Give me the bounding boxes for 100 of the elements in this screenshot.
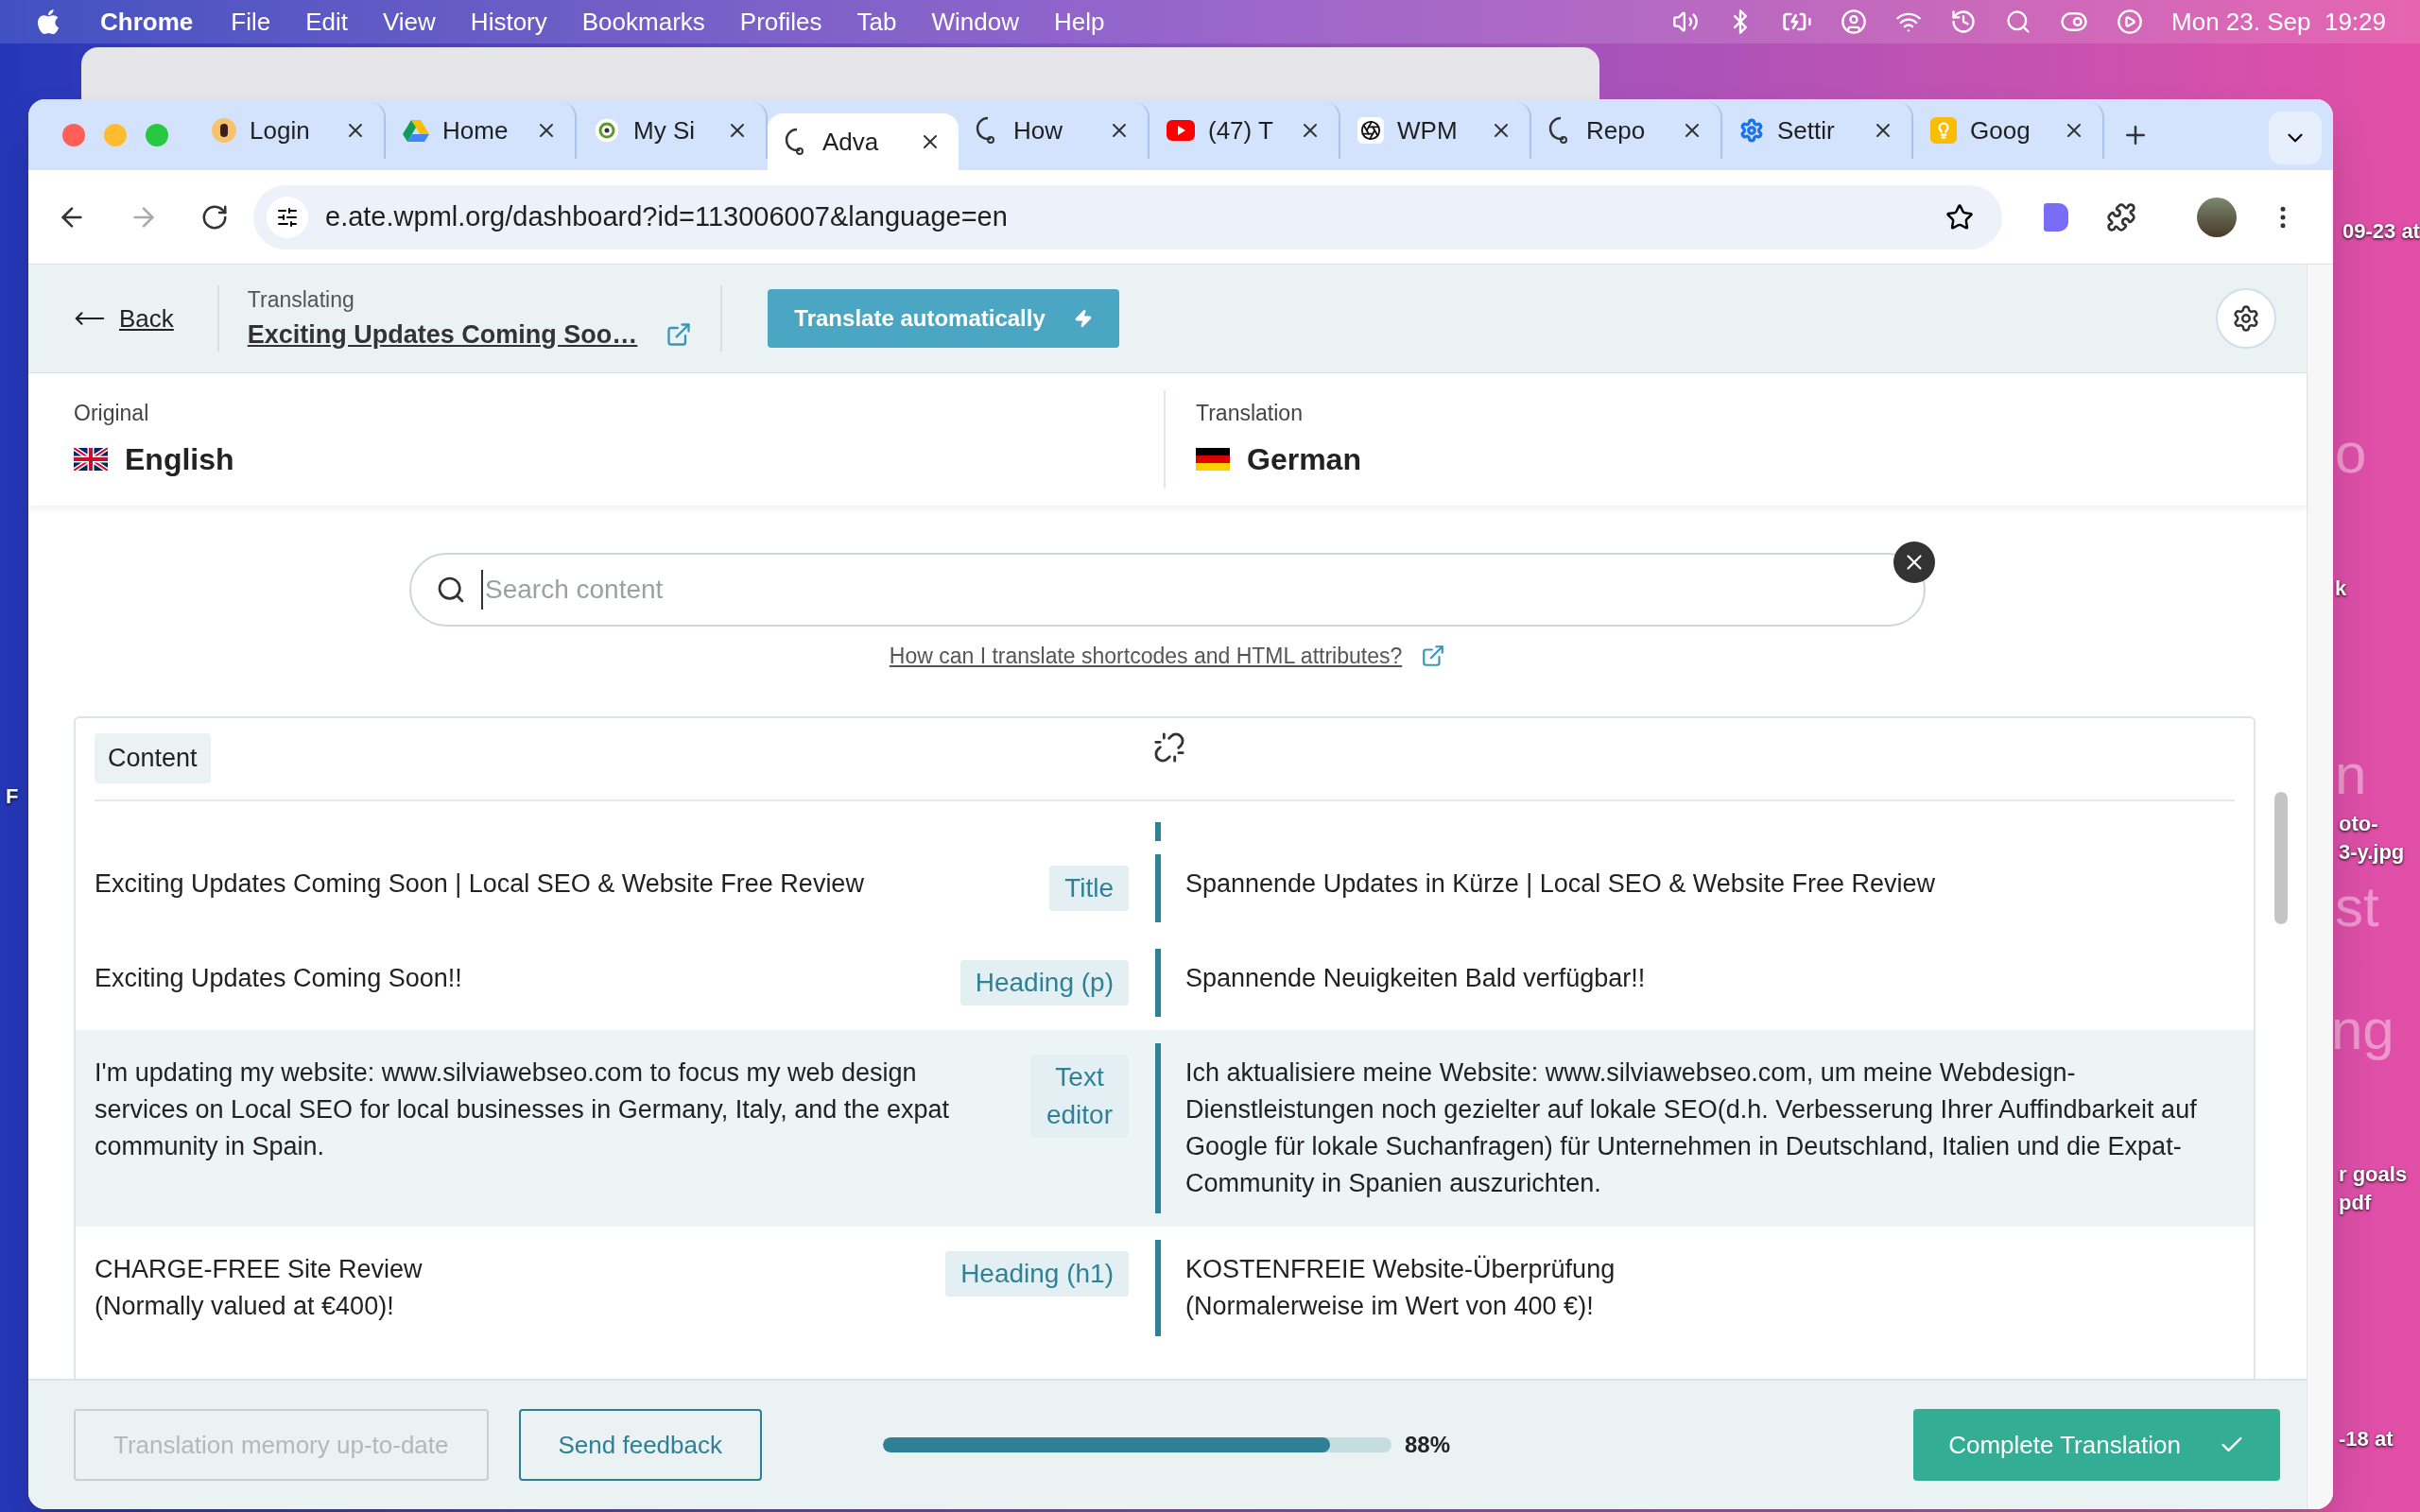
tab-title: Settir [1777,114,1836,146]
source-text: Exciting Updates Coming Soon | Local SEO & Website Free Review [95,868,865,900]
wallpaper-text: st [2335,879,2379,936]
back-link[interactable]: Back [74,285,219,352]
tab-favicon-icon [212,118,236,143]
tab-title: WPM [1397,114,1459,146]
extension-icon[interactable] [2044,202,2068,232]
segment-row[interactable]: CHARGE-FREE Site Review (Normally valued at €400)! Heading (h1) KOSTENFREIE Website-Überprüfung (Normalerweise im Wert von 400 €)! [76,1226,2254,1349]
menu-item[interactable]: History [470,3,547,41]
translation-text[interactable]: Spannende Updates in Kürze | Local SEO & Website Free Review [1185,865,2216,902]
external-link-icon[interactable] [666,321,693,349]
desktop-icon-label: F [6,783,19,810]
document-title-link[interactable]: Exciting Updates Coming Soo… [247,316,638,354]
browser-tab[interactable]: Home [386,102,577,159]
target-language: German [1247,441,1361,479]
menu-item[interactable]: Bookmarks [581,3,705,41]
search-icon [436,575,466,605]
browser-tab[interactable]: Login [195,102,386,159]
source-language: English [125,441,234,479]
segment-type-tag: Title [1049,865,1129,911]
desktop-icon-label: 09-23 at [2342,218,2420,245]
menu-item[interactable]: Edit [305,3,348,41]
bookmark-star-icon[interactable] [1945,202,1974,232]
menu-item[interactable]: View [382,3,436,41]
browser-tab[interactable]: How [959,102,1150,159]
uk-flag-icon [74,448,108,472]
broken-link-icon[interactable] [1153,730,1185,764]
wallpaper-text: ng [2331,1002,2394,1058]
ring-icon [594,117,620,144]
knot-icon [1357,117,1384,144]
send-feedback-button[interactable]: Send feedback [518,1409,762,1481]
lightbulb-icon [1930,117,1957,144]
menu-item[interactable]: Help [1053,3,1105,41]
desktop-icon-label: pdf [2339,1190,2372,1216]
time-machine-icon[interactable] [1950,9,1978,35]
puzzle-icon[interactable] [2106,201,2136,232]
tab-title: Home [442,114,509,146]
user-icon[interactable] [1841,9,1868,35]
translation-text[interactable]: Spannende Neuigkeiten Bald verfügbar!! [1185,959,2216,997]
wallpaper-text: o [2335,425,2367,482]
settings-icon [2232,304,2260,333]
progress-percent: 88% [1405,1431,1451,1459]
german-flag-icon [1196,448,1230,472]
menu-item[interactable]: Profiles [739,3,822,41]
play-icon[interactable] [2117,9,2144,35]
translation-label: Translation [1196,399,1304,427]
desktop-icon-label: -18 at [2339,1426,2394,1452]
segment-row[interactable]: Exciting Updates Coming Soon | Local SEO & Website Free Review Title Spannende Updates in Kürze | Local SEO & Website Free Review [76,840,2254,936]
tab-title: Login [250,114,311,146]
translation-text[interactable]: Ich aktualisiere meine Website: www.silviawebseo.com, um meine Webdesign-Dienstleistungen noch gezielter auf lokale SEO(d.h. Verbesserung Ihrer Auffindbarkeit auf Google für lokale Suchanfragen) für Unternehmen in Deutschland, Italien und die Expat-Community in Spanien auszurichten. [1185,1054,2216,1202]
menu-item[interactable]: Window [931,3,1019,41]
menu-item[interactable]: Tab [856,3,897,41]
segment-marker [1155,821,1161,841]
external-link-icon[interactable] [1421,644,1446,669]
content-tag: Content [95,733,211,783]
desktop-icon-label: 3-y.jpg [2339,839,2405,866]
source-text: Exciting Updates Coming Soon!! [95,962,463,994]
source-text: I'm updating my website: www.silviawebseo.com to focus my web design services on Local SEO for local businesses in Germany, Italy, and the expat community in Spain. [95,1057,950,1162]
browser-tab[interactable]: Adva [768,113,959,170]
drive-icon [403,119,429,142]
menu-item[interactable]: File [231,3,271,41]
browser-tab[interactable]: Settir [1722,102,1913,159]
segment-row[interactable] [76,1029,2254,1227]
tab-title: Repo [1586,114,1647,146]
browser-tab[interactable]: My Si [577,102,768,159]
translating-label: Translating [247,285,355,314]
button-label: Complete Translation [1948,1429,2181,1461]
segment-type-tag: Text editor [1030,1054,1129,1138]
clear-search-button[interactable] [1893,541,1935,583]
button-label: Translate automatically [794,304,1046,333]
search-icon[interactable] [2005,9,2032,35]
site-settings-icon[interactable] [267,196,308,238]
address-bar[interactable]: e.ate.wpml.org/dashboard?id=113006007&language=en [253,184,2002,249]
wallpaper-text: n [2335,747,2367,803]
source-text: CHARGE-FREE Site Review (Normally valued at €400)! [95,1253,424,1322]
desktop-icon-label: k [2335,576,2347,602]
lightning-icon [1073,309,1093,328]
tab-title: Adva [822,126,880,158]
menu-app-name[interactable]: Chrome [100,3,194,41]
gear-icon [1739,118,1764,143]
segment-type-tag: Heading (p) [959,959,1129,1005]
tab-title: Goog [1970,114,2031,146]
browser-tab[interactable]: Repo [1531,102,1722,159]
video-play-icon [1167,120,1195,141]
browser-tab[interactable]: WPM [1340,102,1531,159]
tab-title: How [1013,114,1063,146]
translation-text[interactable]: KOSTENFREIE Website-Überprüfung (Normalerweise im Wert von 400 €)! [1185,1250,2216,1325]
help-link[interactable]: How can I translate shortcodes and HTML attributes? [889,640,1403,673]
browser-tab[interactable]: Goog [1913,102,2104,159]
segment-type-tag: Heading (h1) [945,1250,1129,1297]
desktop-icon-label: oto- [2339,811,2378,837]
desktop-icon-label: r goals [2339,1161,2408,1188]
back-label: Back [119,302,174,335]
segment-row[interactable]: Exciting Updates Coming Soon!! Heading (p) Spannende Neuigkeiten Bald verfügbar!! [76,935,2254,1030]
profile-avatar[interactable] [2197,197,2237,237]
tab-title: My Si [633,114,696,146]
original-label: Original [74,399,150,427]
url-text: e.ate.wpml.org/dashboard?id=113006007&language=en [325,199,1008,233]
browser-tab[interactable]: (47) T [1150,102,1340,159]
tab-title: (47) T [1208,114,1274,146]
